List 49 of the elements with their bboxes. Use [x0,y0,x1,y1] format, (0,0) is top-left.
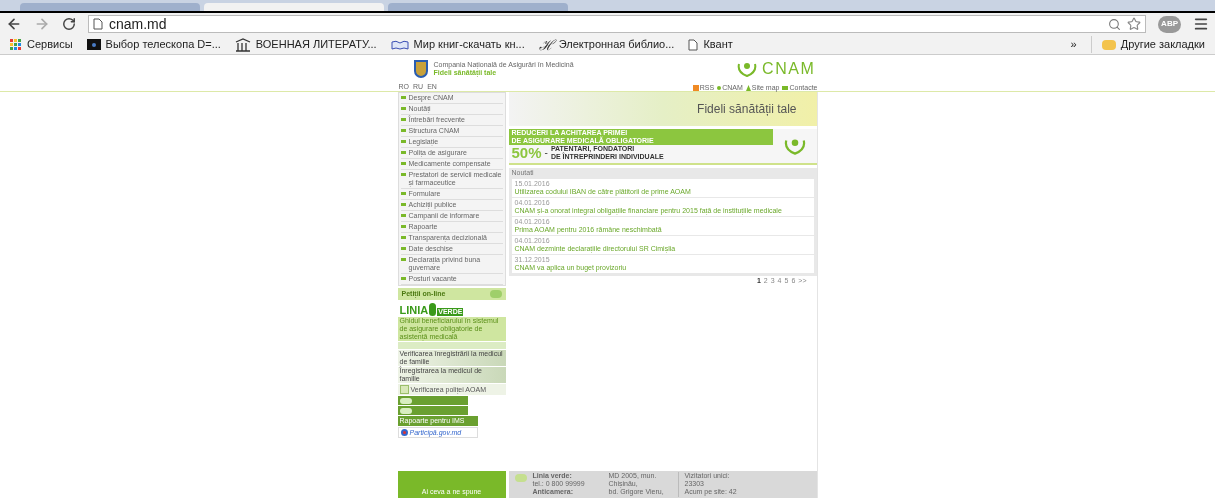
rss-icon [692,84,699,91]
bullet-icon [400,151,406,154]
bookmark-link[interactable]: Квант [688,36,733,53]
bullet-icon [400,247,406,250]
bookmark-link[interactable]: Выбор телескопа D=... [86,36,221,53]
bullet-icon [400,214,406,217]
bookmarks-overflow-button[interactable]: » [1070,36,1077,53]
cnam-emblem-icon [736,60,758,78]
bullet-icon [400,225,406,228]
bullet-icon [400,236,406,239]
apps-grid-icon [10,38,22,51]
bookmark-link[interactable]: ВОЕННАЯ ЛИТЕРАТУ... [234,36,377,53]
star-icon[interactable] [1127,17,1142,31]
reload-icon[interactable] [62,17,76,31]
promo-percent: 50% [511,145,542,161]
cnam-logo-text: CNAM [762,61,816,77]
bullet-icon [400,140,406,143]
coat-of-arms-icon [413,60,428,78]
bullet-icon [400,118,406,121]
forward-icon[interactable] [34,16,50,32]
book-icon [390,39,409,50]
zoom-icon[interactable] [1108,17,1122,31]
bullet-icon [400,96,406,99]
telescope-icon [86,39,101,50]
globe-icon [400,429,408,436]
bullet-icon [400,107,406,110]
page-icon [93,18,103,30]
bookmark-link[interactable]: Сервисы [10,36,73,53]
bullet-icon [400,277,406,280]
bookmark-folder-link[interactable]: Другие закладки [1090,36,1205,53]
bullet-icon [400,192,406,195]
building-icon [234,37,251,52]
back-icon[interactable] [6,16,22,32]
bookmark-link[interactable]: Мир книг-скачать кн... [390,36,525,53]
promo-dash: - [544,148,548,158]
page-icon [688,38,699,51]
bookmark-link[interactable]: ℋ Электронная библио... [538,36,675,53]
url-text: cnam.md [109,14,167,34]
bullet-icon [400,162,406,165]
bullet-icon [400,258,406,261]
person-icon [745,84,751,91]
document-icon [399,385,409,394]
menu-icon[interactable] [1193,16,1209,32]
bullet-icon [400,129,406,132]
hero-slogan: Fideli sănătății tale [697,102,797,116]
folder-icon [1101,39,1116,50]
bullet-icon [400,203,406,206]
bullet-icon [400,173,406,176]
address-bar[interactable]: cnam.md [88,15,1147,33]
